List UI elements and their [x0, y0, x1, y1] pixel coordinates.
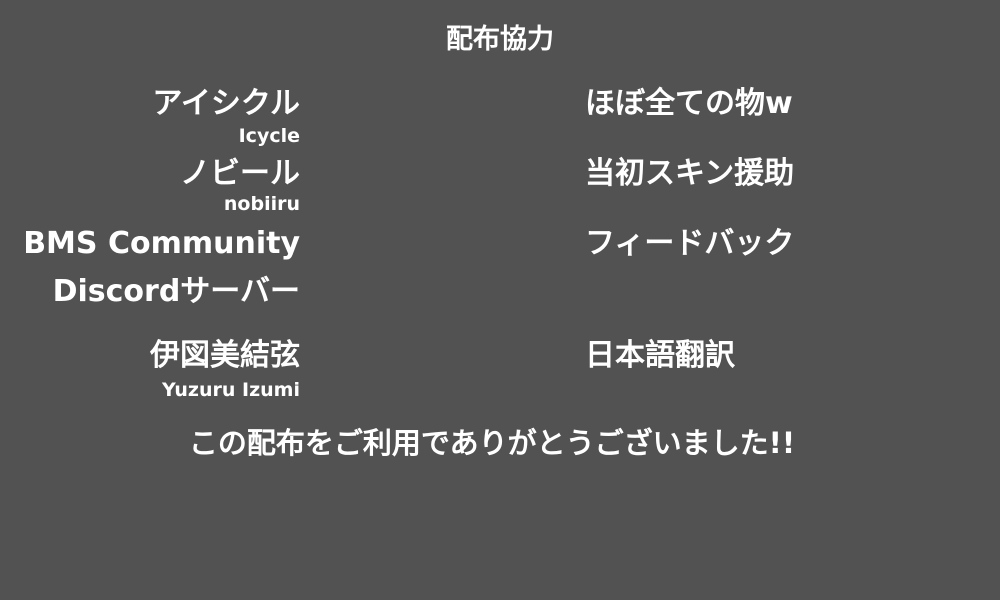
credit-name-nobiiru: ノビール: [180, 156, 300, 191]
credit-romaji-icycle: Icycle: [238, 125, 300, 147]
credit-role-bms-community: フィードバック: [585, 226, 795, 261]
credit-role-yuzuru-izumi: 日本語翻訳: [585, 338, 735, 373]
credit-name-yuzuru-izumi: 伊図美結弦: [150, 338, 300, 373]
credit-role-icycle: ほぼ全ての物w: [585, 86, 793, 121]
credit-name-icycle: アイシクル: [152, 86, 300, 121]
credit-role-nobiiru: 当初スキン援助: [585, 156, 795, 191]
credit-name-bms-community: BMS Community: [23, 226, 300, 261]
credit-name-discord-server: Discordサーバー: [52, 274, 300, 309]
thank-you-message: この配布をご利用でありがとうございました!!: [188, 426, 796, 460]
credit-romaji-nobiiru: nobiiru: [223, 193, 300, 215]
page-title: 配布協力: [446, 24, 554, 55]
credit-romaji-yuzuru-izumi: Yuzuru Izumi: [162, 379, 300, 401]
